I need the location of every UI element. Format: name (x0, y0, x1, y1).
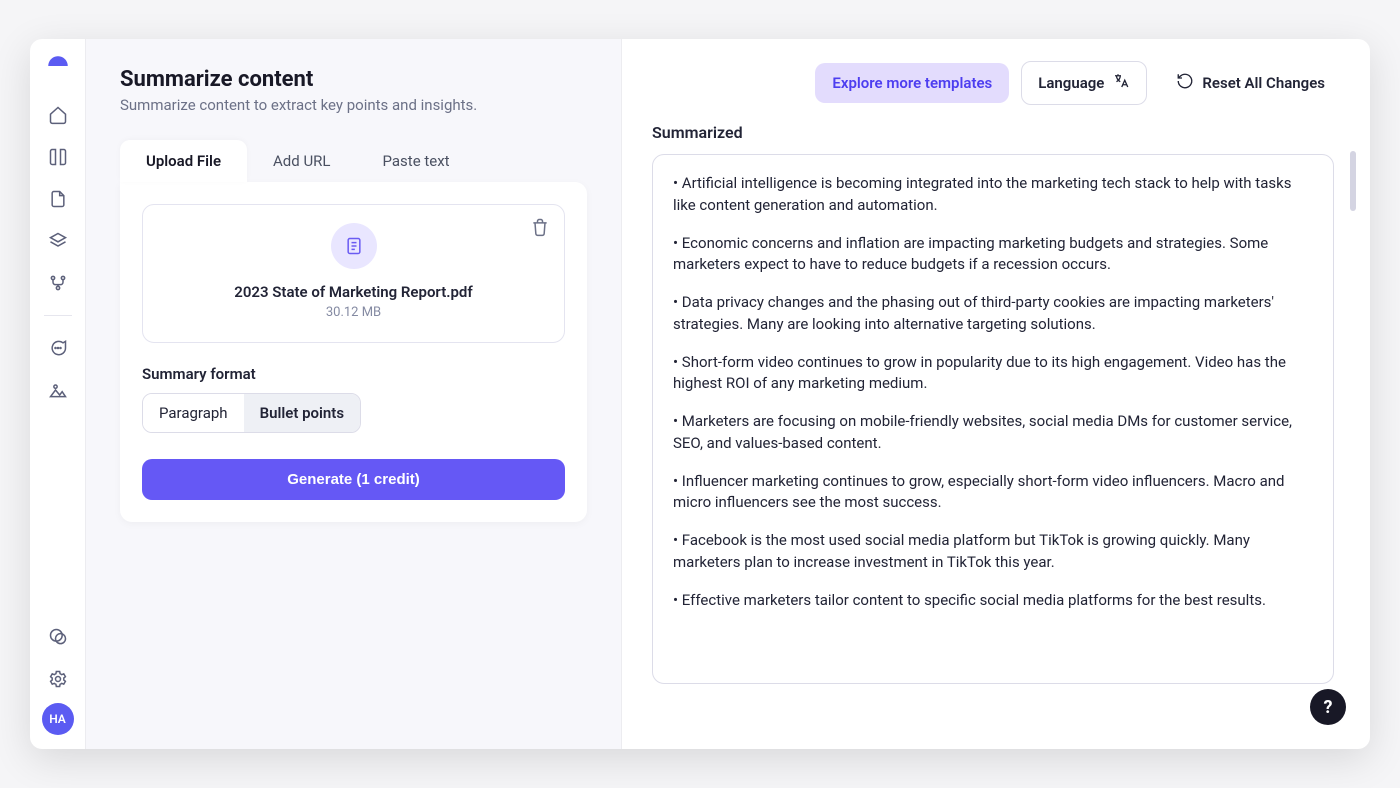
input-card: 2023 State of Marketing Report.pdf 30.12… (120, 182, 587, 522)
summary-bullet: • Short-form video continues to grow in … (673, 352, 1313, 396)
reset-label: Reset All Changes (1202, 74, 1325, 92)
sidebar: HA (30, 39, 86, 749)
right-panel: Explore more templates Language Reset Al… (622, 39, 1370, 749)
logo-icon (45, 53, 71, 79)
page-title: Summarize content (120, 67, 587, 92)
summary-bullet: • Facebook is the most used social media… (673, 530, 1313, 574)
language-button[interactable]: Language (1021, 61, 1147, 105)
nav-divider (44, 315, 72, 316)
nav-chat[interactable] (40, 330, 76, 366)
output-title: Summarized (652, 123, 1334, 142)
output-box[interactable]: • Artificial intelligence is becoming in… (652, 154, 1334, 684)
avatar[interactable]: HA (42, 703, 74, 735)
nav-home[interactable] (40, 97, 76, 133)
file-size: 30.12 MB (161, 305, 546, 320)
tab-paste-text[interactable]: Paste text (357, 140, 476, 182)
nav-library[interactable] (40, 139, 76, 175)
translate-icon (1112, 72, 1130, 94)
tab-upload-file[interactable]: Upload File (120, 140, 247, 182)
explore-templates-label: Explore more templates (832, 74, 992, 92)
nav-settings[interactable] (40, 661, 76, 697)
summary-format-segmented: Paragraph Bullet points (142, 393, 361, 433)
reset-icon (1176, 72, 1194, 94)
format-bullets[interactable]: Bullet points (244, 394, 360, 432)
uploaded-file-box: 2023 State of Marketing Report.pdf 30.12… (142, 204, 565, 343)
left-panel: Summarize content Summarize content to e… (86, 39, 622, 749)
reset-button[interactable]: Reset All Changes (1159, 61, 1342, 105)
file-name: 2023 State of Marketing Report.pdf (161, 283, 546, 301)
help-fab[interactable]: ? (1310, 689, 1346, 725)
tab-add-url[interactable]: Add URL (247, 140, 356, 182)
generate-button[interactable]: Generate (1 credit) (142, 459, 565, 500)
page-subtitle: Summarize content to extract key points … (120, 96, 587, 114)
language-label: Language (1038, 74, 1104, 92)
summary-bullet: • Economic concerns and inflation are im… (673, 233, 1313, 277)
summary-bullet: • Data privacy changes and the phasing o… (673, 292, 1313, 336)
nav-image[interactable] (40, 372, 76, 408)
nav-usage[interactable] (40, 619, 76, 655)
output-area: Summarized • Artificial intelligence is … (622, 113, 1370, 749)
scrollbar-thumb[interactable] (1350, 151, 1356, 211)
app-window: HA Summarize content Summarize content t… (30, 39, 1370, 749)
file-icon (331, 223, 377, 269)
summary-bullet: • Effective marketers tailor content to … (673, 590, 1313, 612)
nav-branch[interactable] (40, 265, 76, 301)
explore-templates-button[interactable]: Explore more templates (815, 63, 1009, 103)
nav-layers[interactable] (40, 223, 76, 259)
delete-file-button[interactable] (530, 217, 550, 237)
input-tabs: Upload File Add URL Paste text (120, 140, 587, 182)
format-paragraph[interactable]: Paragraph (143, 394, 244, 432)
summary-bullet: • Artificial intelligence is becoming in… (673, 173, 1313, 217)
nav-document[interactable] (40, 181, 76, 217)
toolbar: Explore more templates Language Reset Al… (622, 39, 1370, 113)
summary-bullet: • Influencer marketing continues to grow… (673, 471, 1313, 515)
summary-format-label: Summary format (142, 365, 565, 383)
summary-bullet: • Marketers are focusing on mobile-frien… (673, 411, 1313, 455)
